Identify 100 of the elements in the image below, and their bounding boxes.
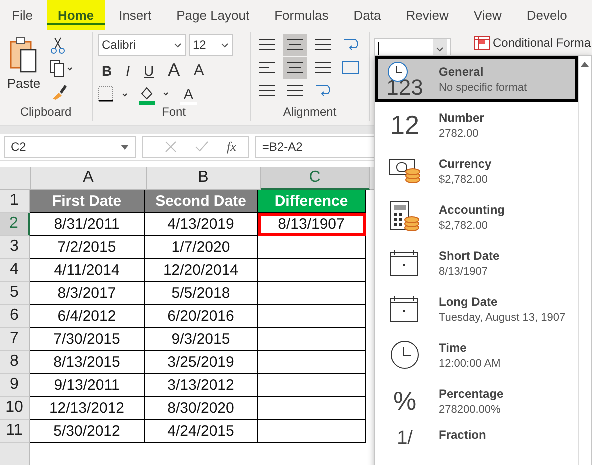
cash-coins-icon [389, 158, 421, 184]
font-style-button[interactable]: I [122, 62, 134, 78]
paste-button[interactable]: Paste [0, 32, 48, 105]
caret-icon [436, 46, 444, 52]
table-cell: 8/31/2011 [30, 213, 145, 236]
ribbon-tab[interactable]: Insert [108, 0, 163, 30]
calendar-icon [390, 249, 420, 277]
row-header[interactable]: 6 [0, 305, 30, 328]
format-name: Long Date [439, 294, 499, 308]
font-style-button[interactable]: U [140, 62, 158, 78]
table-cell: 4/13/2019 [145, 213, 258, 236]
format-icon: 12 [390, 110, 420, 140]
align-lines-icon[interactable] [283, 57, 307, 79]
number-format-option[interactable]: 123 General No specific format [375, 56, 578, 102]
scroll-up-icon[interactable] [581, 62, 589, 67]
column-header[interactable]: C [261, 167, 370, 190]
row-header[interactable]: 11 [0, 420, 30, 443]
format-example: 8/13/1907 [439, 266, 489, 278]
table-cell: 8/30/2020 [145, 397, 258, 420]
ribbon-tab[interactable]: Data [342, 0, 392, 30]
number-format-option[interactable]: Currency $2,782.00 [375, 148, 578, 194]
font-name-field[interactable]: Calibri [98, 34, 186, 56]
column-header[interactable]: B [147, 167, 261, 190]
table-cell: 9/3/2015 [145, 328, 258, 351]
row-header[interactable]: 3 [0, 236, 30, 259]
row-header[interactable]: 10 [0, 397, 30, 420]
ribbon-tab[interactable]: Page Layout [166, 0, 261, 30]
table-header-cell: Difference [258, 190, 366, 213]
group-label: Clipboard [19, 105, 73, 121]
number-format-option[interactable]: Accounting $2,782.00 [375, 194, 578, 240]
grow-font-button[interactable]: A [164, 60, 184, 81]
conditional-formatting-button[interactable]: Conditional Forma [474, 36, 592, 50]
format-example: $2,782.00 [439, 174, 489, 186]
table-cell: 3/13/2012 [145, 374, 258, 397]
group-label: Alignment [282, 105, 338, 121]
table-cell: 9/13/2011 [30, 374, 145, 397]
shrink-font-button[interactable]: A [190, 62, 208, 79]
dropdown-arrow-icon [121, 144, 129, 150]
table-cell: 8/3/2017 [30, 282, 145, 305]
number-format-option[interactable]: % Percentage 278200.00% [375, 378, 578, 424]
table-cell: 1/7/2020 [145, 236, 258, 259]
ribbon-tab[interactable]: View [462, 0, 513, 30]
caret-icon [174, 42, 182, 48]
group-label: Font [160, 105, 187, 121]
calculator-coins-icon [390, 201, 420, 233]
font-size-field[interactable]: 12 [189, 34, 233, 56]
format-example: 2782.00 [439, 128, 480, 140]
clock-icon [390, 340, 420, 370]
number-format-option[interactable]: 1/ Fraction [375, 424, 578, 465]
caret-icon [221, 42, 229, 48]
format-example: 278200.00% [439, 404, 502, 416]
ribbon-tab[interactable]: Review [395, 0, 460, 30]
row-header[interactable]: 5 [0, 282, 30, 305]
table-cell: 3/25/2019 [145, 351, 258, 374]
number-icon: 123 [386, 75, 424, 101]
table-cell: 8/13/2015 [30, 351, 145, 374]
row-header[interactable]: 8 [0, 351, 30, 374]
format-name: Accounting [439, 202, 505, 216]
table-cell: 5/30/2012 [30, 420, 145, 443]
table-header-cell: First Date [30, 190, 145, 213]
ribbon-tab[interactable]: Home [46, 0, 106, 30]
ribbon-tab[interactable]: Develo [516, 0, 578, 30]
number-format-option[interactable]: Short Date 8/13/1907 [375, 240, 578, 286]
calendar-icon [390, 295, 420, 323]
format-name: Time [439, 340, 468, 354]
font-color-button[interactable]: A [180, 86, 198, 104]
align-lines-icon[interactable] [283, 34, 307, 56]
insert-function-button[interactable]: fx [227, 139, 236, 155]
table-cell: 6/20/2016 [145, 305, 258, 328]
row-header[interactable]: 1 [0, 190, 30, 213]
number-format-option[interactable]: Long Date Tuesday, August 13, 1907 [375, 286, 578, 332]
number-format-option[interactable]: 12 Number 2782.00 [375, 102, 578, 148]
copy-icon[interactable] [50, 60, 74, 78]
format-name: Currency [439, 156, 492, 170]
row-header[interactable]: 7 [0, 328, 30, 351]
table-cell: 5/5/2018 [145, 282, 258, 305]
format-name: Number [439, 110, 484, 124]
table-cell: 12/20/2014 [145, 259, 258, 282]
row-header[interactable]: 4 [0, 259, 30, 282]
table-cell: 7/2/2015 [30, 236, 145, 259]
font-style-button[interactable]: B [98, 62, 116, 78]
table-cell: 6/4/2012 [30, 305, 145, 328]
table-cell: 7/30/2015 [30, 328, 145, 351]
format-icon: % [393, 386, 417, 416]
checkmark-icon[interactable] [195, 141, 209, 153]
ribbon-tab[interactable]: Formulas [264, 0, 340, 30]
scrollbar[interactable] [578, 56, 591, 465]
format-name: Percentage [439, 386, 504, 400]
row-header[interactable]: 2 [0, 213, 30, 236]
format-example: No specific format [439, 82, 528, 94]
format-icon: 1/ [397, 428, 413, 450]
scissors-icon[interactable] [50, 36, 66, 54]
name-box[interactable]: C2 [4, 136, 136, 158]
format-example: $2,782.00 [439, 220, 489, 232]
table-icon [474, 36, 490, 50]
format-example: 12:00:00 AM [439, 358, 501, 370]
number-format-option[interactable]: Time 12:00:00 AM [375, 332, 578, 378]
row-header[interactable]: 9 [0, 374, 30, 397]
column-header[interactable]: A [31, 167, 147, 190]
ribbon-tab[interactable]: File [1, 0, 44, 30]
